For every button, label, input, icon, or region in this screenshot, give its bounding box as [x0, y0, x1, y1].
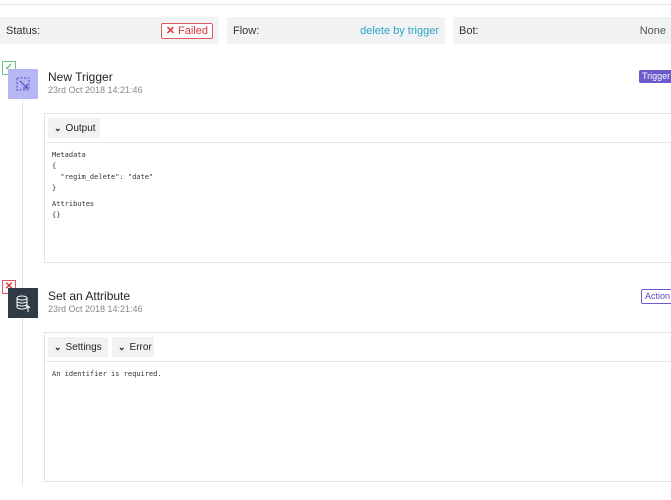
code-line: "regim_delete": "date" [52, 173, 154, 181]
trigger-icon [8, 69, 38, 99]
flow-box: Flow: delete by trigger [227, 17, 445, 44]
tab-label: Output [65, 122, 96, 134]
step-timestamp: 23rd Oct 2018 14:21:46 [48, 85, 143, 95]
panel-tabs: ⌄ Settings ⌄ Error [45, 333, 671, 362]
status-value: Failed [178, 24, 208, 37]
chevron-down-icon: ⌄ [54, 341, 62, 352]
code-line: Attributes [52, 200, 95, 208]
tab-label: Settings [65, 341, 102, 353]
bot-label: Bot: [459, 24, 479, 37]
chevron-down-icon: ⌄ [118, 341, 126, 352]
code-line: {} [52, 211, 61, 219]
chevron-down-icon: ⌄ [54, 122, 62, 133]
run-status-bar: Status: ✕ Failed Flow: delete by trigger… [0, 17, 671, 44]
flow-label: Flow: [233, 24, 260, 37]
failed-badge: ✕ Failed [160, 22, 213, 39]
top-divider [0, 4, 671, 5]
step-timestamp: 23rd Oct 2018 14:21:46 [48, 304, 143, 314]
tab-output[interactable]: ⌄ Output [48, 118, 100, 138]
status-label: Status: [6, 24, 41, 37]
step-title: New Trigger [48, 70, 113, 84]
database-icon [8, 288, 38, 318]
status-box: Status: ✕ Failed [0, 17, 219, 44]
step-title: Set an Attribute [48, 289, 131, 303]
flow-link[interactable]: delete by trigger [360, 25, 439, 37]
tab-label: Error [129, 341, 152, 353]
code-line: } [52, 184, 57, 192]
bot-box: Bot: None [453, 17, 671, 44]
action-tag: Action [641, 289, 671, 304]
tab-settings[interactable]: ⌄ Settings [48, 337, 108, 357]
settings-panel: ⌄ Settings ⌄ Error An identifier is requ… [44, 332, 671, 482]
code-line: Metadata [52, 151, 86, 159]
error-message: An identifier is required. [52, 370, 162, 378]
bot-value: None [639, 24, 666, 37]
close-icon: ✕ [165, 24, 176, 37]
output-panel: ⌄ Output Metadata { "regim_delete": "dat… [44, 113, 671, 263]
tab-error[interactable]: ⌄ Error [112, 337, 154, 357]
panel-tabs: ⌄ Output [45, 114, 671, 143]
code-line: { [52, 162, 57, 170]
trigger-tag: Trigger [639, 70, 671, 83]
